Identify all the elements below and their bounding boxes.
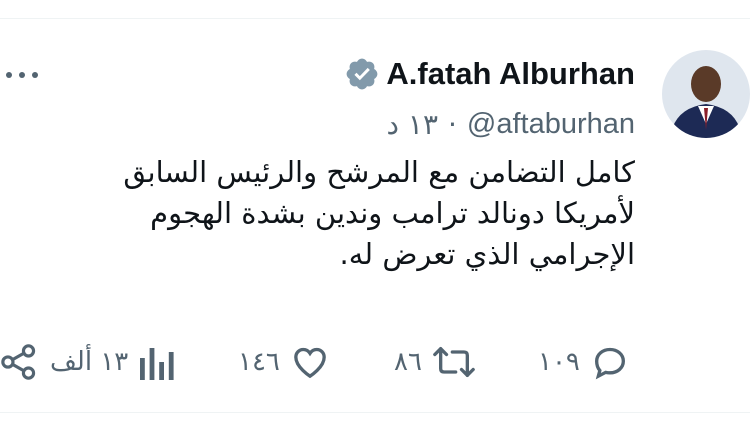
like-button[interactable]: ١٤٦ bbox=[238, 340, 330, 384]
retweet-button[interactable]: ٨٦ bbox=[394, 340, 476, 384]
tweet-text: كامل التضامن مع المرشح والرئيس السابق لأ… bbox=[35, 152, 635, 275]
share-icon bbox=[1, 344, 36, 380]
tweet-line: كامل التضامن مع المرشح والرئيس السابق bbox=[123, 155, 635, 189]
more-icon[interactable] bbox=[4, 70, 40, 80]
tweet-line: الإجرامي الذي تعرض له. bbox=[339, 237, 635, 271]
tweet-line: لأمريكا دونالد ترامب وندين بشدة الهجوم bbox=[150, 196, 635, 230]
top-divider bbox=[0, 18, 750, 19]
retweet-count: ٨٦ bbox=[394, 347, 422, 377]
verified-icon bbox=[347, 58, 378, 90]
bottom-divider bbox=[0, 412, 750, 413]
views-count: ١٣ ألف bbox=[50, 347, 129, 377]
meta-separator: · bbox=[447, 107, 457, 141]
views-button[interactable]: ١٣ ألف bbox=[50, 340, 174, 384]
avatar[interactable] bbox=[662, 50, 750, 138]
share-button[interactable] bbox=[0, 340, 38, 384]
retweet-icon bbox=[433, 347, 475, 377]
reply-button[interactable]: ١٠٩ bbox=[538, 340, 630, 384]
action-bar: ١٠٩ ٨٦ ١٤٦ ١٣ ألف bbox=[0, 340, 750, 384]
reply-count: ١٠٩ bbox=[538, 347, 580, 377]
author-name[interactable]: A.fatah Alburhan bbox=[386, 56, 635, 92]
tweet-time[interactable]: ١٣ د bbox=[387, 108, 438, 141]
views-icon bbox=[140, 348, 174, 380]
like-count: ١٤٦ bbox=[238, 347, 280, 377]
like-icon bbox=[294, 347, 326, 379]
reply-icon bbox=[594, 347, 625, 380]
author-handle[interactable]: @aftaburhan bbox=[467, 108, 635, 141]
